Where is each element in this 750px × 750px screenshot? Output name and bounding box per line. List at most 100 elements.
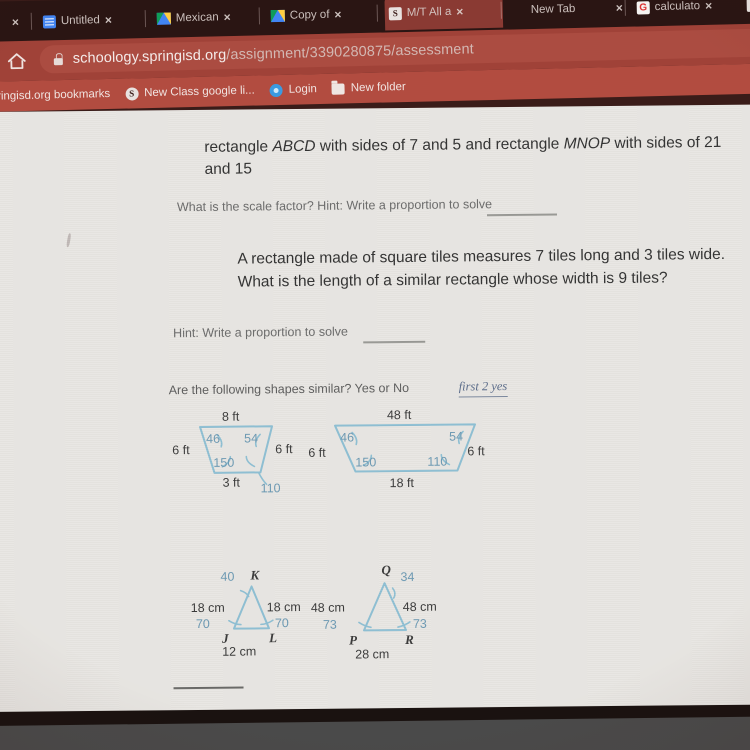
tri2-left-side: 48 cm: [311, 601, 345, 615]
trap2-angle-bottom-right: 110: [427, 455, 447, 469]
screen-bezel: [0, 716, 750, 750]
tab-favicon: [513, 4, 526, 17]
tab-label: New Tab: [530, 2, 576, 17]
q1-seg-1: rectangle: [204, 138, 273, 156]
schoology-icon: S: [388, 6, 402, 20]
tri2-right-side: 48 cm: [403, 600, 437, 614]
google-docs-icon: [42, 14, 57, 29]
trap1-left-label: 6 ft: [172, 443, 190, 457]
question-2-text: A rectangle made of square tiles measure…: [237, 245, 726, 291]
screen-photo: × Untitled × Mexican × Copy of × S M/T A…: [0, 0, 750, 750]
tri1-angle-left: 70: [196, 617, 210, 631]
trap1-top-label: 8 ft: [222, 410, 240, 424]
hint-1-text: What is the scale factor? Hint: Write a …: [176, 197, 493, 215]
figure-triangle-jkl: K J L 40 70 70 18 cm 18 cm 12 cm: [188, 554, 319, 665]
trap2-angle-top-left: 46: [340, 430, 354, 444]
hint-2-text: Hint: Write a proportion to solve: [173, 324, 349, 341]
question-1-text: rectangle ABCD with sides of 7 and 5 and…: [204, 132, 724, 181]
tab-close-icon[interactable]: ×: [224, 10, 231, 24]
tab-mexican[interactable]: Mexican ×: [152, 0, 261, 36]
tab-label: Mexican: [175, 11, 219, 25]
tri2-left-vertex: P: [349, 632, 358, 647]
bookmark-label: Login: [288, 83, 317, 96]
figure-large-trapezoid: 48 ft 6 ft 6 ft 18 ft 46 54 150 110: [307, 402, 498, 504]
tri1-right-vertex: L: [268, 630, 277, 645]
figure-small-trapezoid: 8 ft 6 ft 6 ft 3 ft 46 54 150 110: [172, 404, 323, 505]
bookmark-new-folder[interactable]: New folder: [328, 81, 410, 95]
tab-copy-of[interactable]: Copy of ×: [266, 0, 379, 33]
tab-close-icon[interactable]: ×: [334, 7, 341, 21]
tab-close-icon[interactable]: ×: [456, 5, 463, 19]
tab-close-icon[interactable]: ×: [12, 15, 19, 29]
google-drive-icon: [270, 9, 285, 23]
tri1-base: 12 cm: [222, 644, 256, 658]
tab-untitled[interactable]: Untitled ×: [39, 2, 148, 39]
tri2-apex-angle: 34: [400, 570, 414, 584]
trap1-angle-top-left: 46: [206, 432, 220, 446]
tri1-right-side: 18 cm: [267, 600, 301, 614]
bookmark-new-class-google[interactable]: S New Class google li...: [121, 84, 259, 101]
login-icon: [269, 83, 283, 97]
trap2-angle-bottom-left: 150: [355, 455, 376, 469]
trap1-angle-bottom-left: 150: [213, 456, 234, 470]
q1-rect-abcd: ABCD: [272, 137, 316, 156]
tab-new-tab[interactable]: New Tab ×: [508, 0, 627, 28]
trap2-left-label: 6 ft: [308, 446, 326, 460]
q1-seg-2: with sides of 7 and 5 and rectangle: [315, 135, 564, 155]
tab-label: calculato: [654, 0, 701, 14]
tab-label: Untitled: [60, 14, 101, 28]
q1-rect-mnop: MNOP: [563, 135, 611, 153]
tab-partial-schoology[interactable]: S: [742, 0, 750, 22]
assessment-page: rectangle ABCD with sides of 7 and 5 and…: [0, 104, 750, 712]
trap2-angle-top-right: 54: [449, 429, 463, 443]
tri2-angle-right: 73: [413, 617, 427, 631]
url-host: schoology.springisd.org: [72, 47, 227, 67]
trap2-top-label: 48 ft: [387, 408, 412, 422]
tab-mt-all-assessment[interactable]: S M/T All a ×: [384, 0, 504, 31]
url-path: /assignment/3390280875/assessment: [226, 41, 474, 64]
tab-calculator[interactable]: G calculato ×: [632, 0, 745, 25]
trap2-bottom-label: 18 ft: [390, 476, 415, 490]
trap1-bottom-label: 3 ft: [223, 476, 241, 490]
lock-icon: [54, 53, 63, 65]
schoology-icon: S: [125, 86, 139, 101]
answer-blank-3[interactable]: [173, 686, 244, 689]
answer-blank-1[interactable]: [487, 213, 558, 216]
bookmark-springisd[interactable]: pringisd.org bookmarks: [0, 88, 114, 103]
google-icon: G: [636, 0, 650, 15]
bookmark-label: New Class google li...: [144, 84, 255, 100]
answer-blank-2[interactable]: [363, 340, 426, 343]
google-drive-icon: [156, 12, 172, 25]
figure-triangle-pqr: Q P R 34 73 73 48 cm 48 cm 28 cm: [308, 548, 454, 664]
tab-label: M/T All a: [406, 5, 452, 19]
tri1-apex-angle: 40: [220, 570, 234, 584]
schoology-icon: S: [746, 0, 750, 12]
bookmark-label: New folder: [350, 80, 406, 95]
tab-favicon: [0, 16, 2, 29]
tri2-angle-left: 73: [323, 618, 337, 632]
tri1-left-side: 18 cm: [191, 601, 225, 615]
trap1-angle-bottom-right: 110: [261, 481, 281, 495]
tab-close-icon[interactable]: ×: [616, 1, 623, 15]
screen-smudge: [66, 233, 72, 248]
tri1-left-vertex: J: [221, 631, 229, 646]
trap1-angle-top-right: 54: [244, 431, 258, 445]
question-3-answer[interactable]: first 2 yes: [458, 379, 508, 398]
tab-close-icon[interactable]: ×: [705, 0, 712, 13]
tri1-apex-vertex: K: [249, 567, 260, 582]
tab-0[interactable]: ×: [0, 5, 33, 40]
bookmark-label: pringisd.org bookmarks: [0, 87, 111, 103]
bookmark-login[interactable]: Login: [266, 83, 321, 97]
tri2-base: 28 cm: [355, 647, 389, 661]
tab-close-icon[interactable]: ×: [105, 13, 112, 27]
tab-label: Copy of: [289, 8, 330, 22]
home-icon[interactable]: [6, 50, 29, 73]
trap1-right-label: 6 ft: [275, 442, 293, 456]
tri1-angle-right: 70: [275, 616, 289, 630]
trap2-right-label: 6 ft: [467, 444, 485, 458]
question-3-text: Are the following shapes similar? Yes or…: [168, 380, 410, 398]
tri2-apex-vertex: Q: [381, 562, 391, 577]
url-text: schoology.springisd.org/assignment/33902…: [73, 41, 474, 66]
folder-icon: [331, 82, 345, 95]
tri2-right-vertex: R: [404, 632, 414, 647]
